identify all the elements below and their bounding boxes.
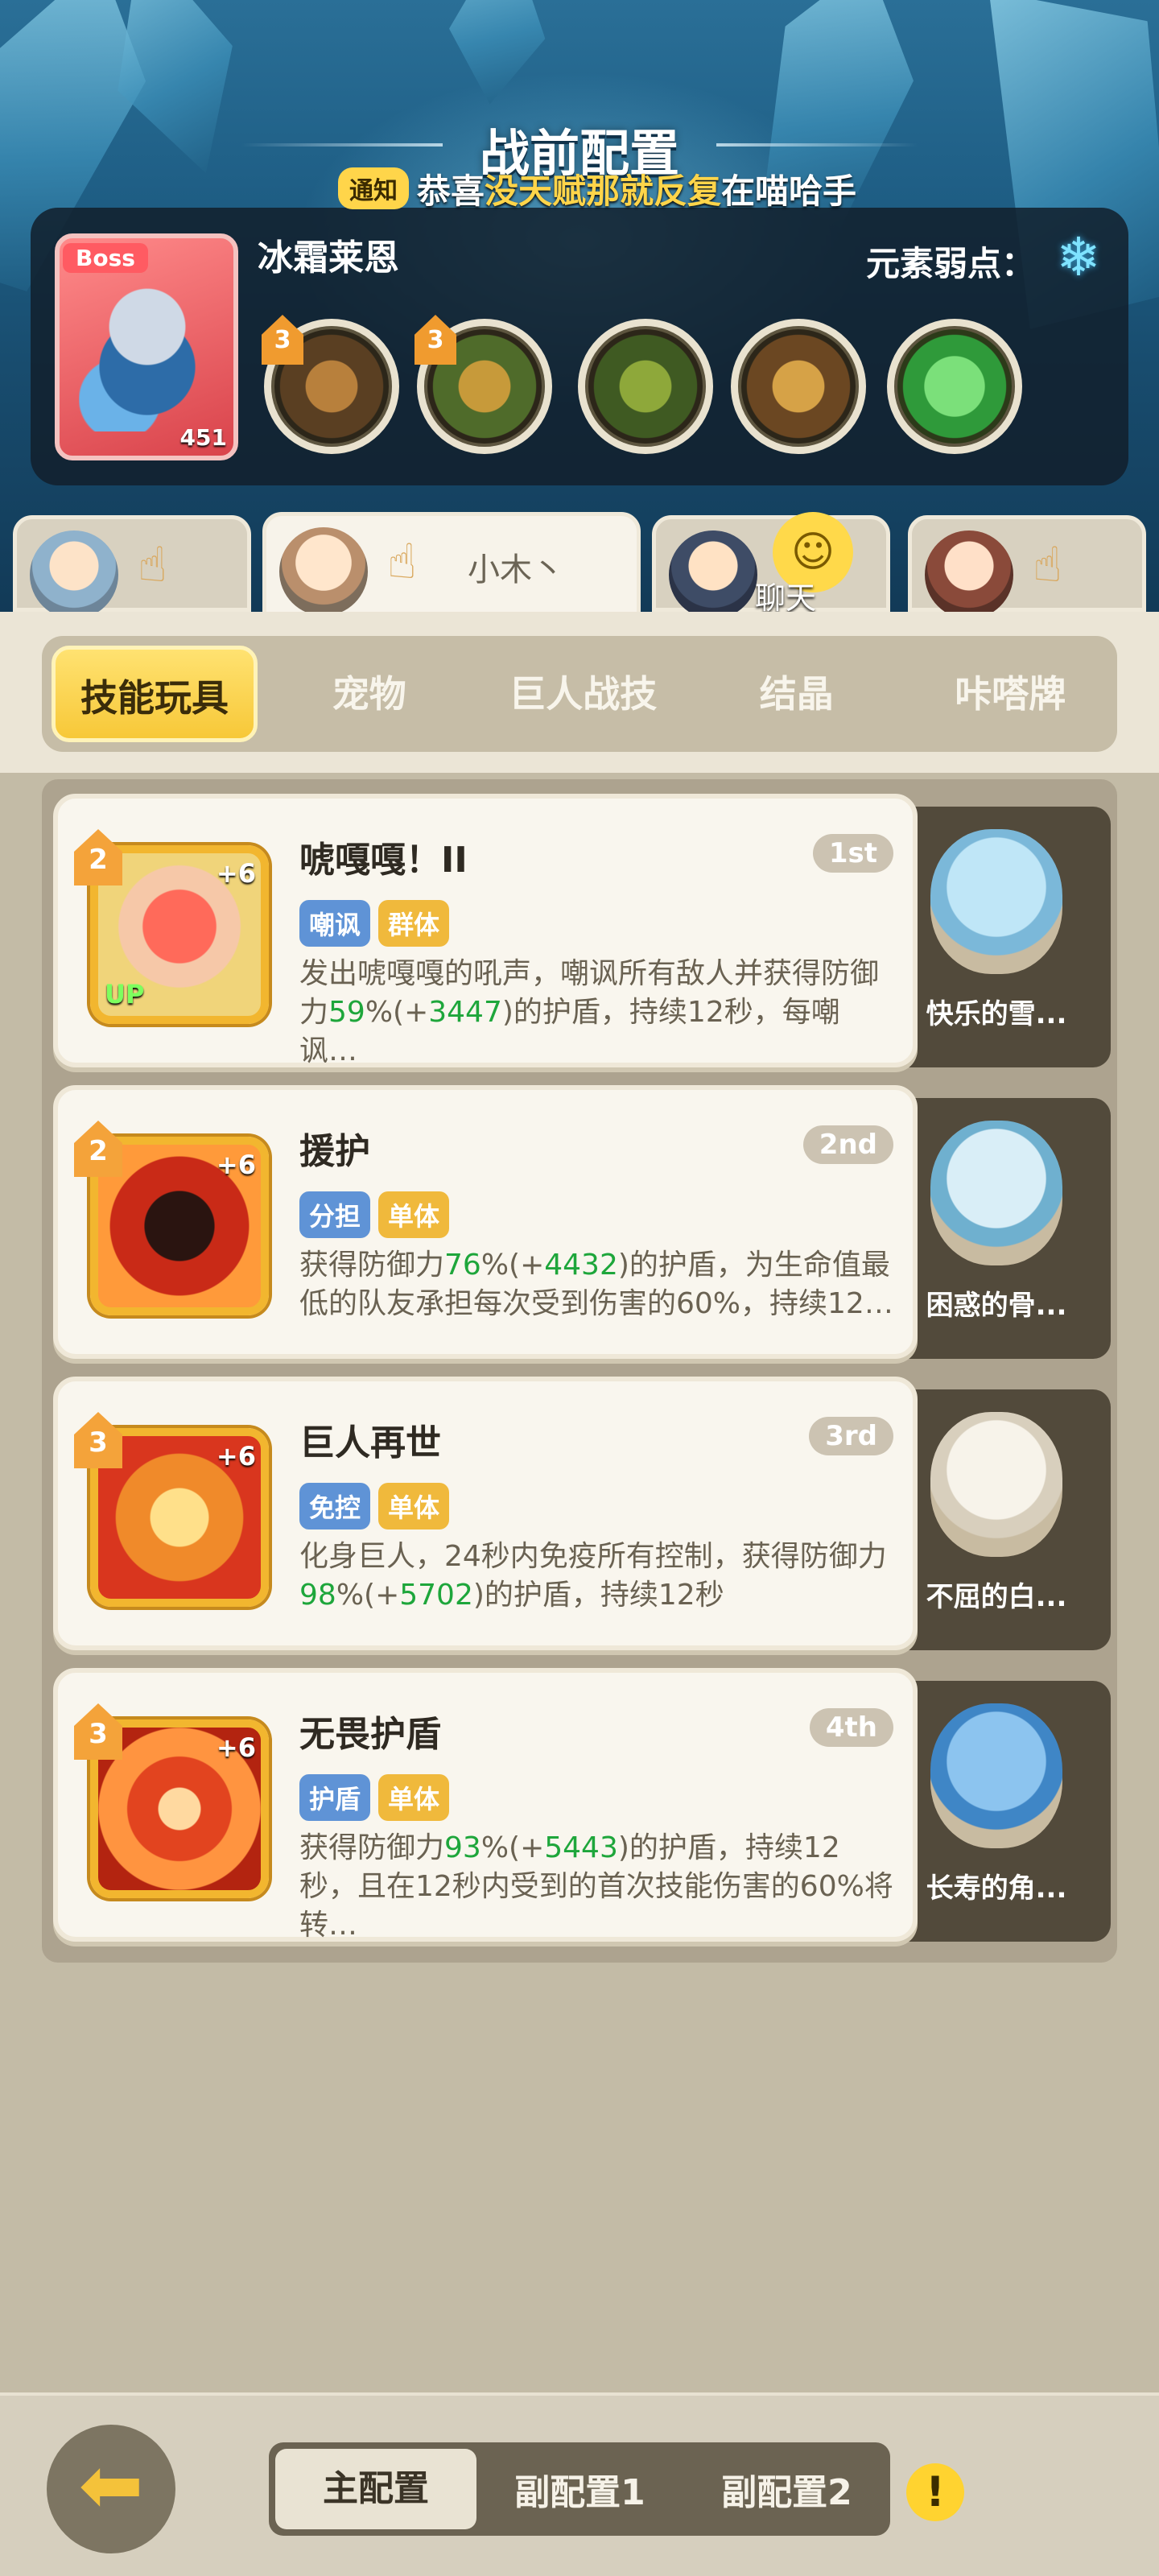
- skill-icon-roar[interactable]: 2 +6 UP: [74, 829, 269, 1024]
- boss-skill-2[interactable]: 3: [415, 315, 552, 454]
- config-sub-2[interactable]: 副配置2: [683, 2463, 890, 2515]
- config-switcher: 主配置 副配置1 副配置2: [269, 2442, 890, 2536]
- pet-snow-art: [930, 829, 1062, 974]
- category-tabs: 技能玩具 宠物 巨人战技 结晶 咔嗒牌: [42, 636, 1117, 752]
- member-avatar: [30, 530, 118, 619]
- tab-giant-skills[interactable]: 巨人战技: [476, 646, 691, 742]
- tab-skill-toys[interactable]: 技能玩具: [52, 646, 258, 742]
- member-tab-2[interactable]: ☝ 小木丶: [262, 512, 641, 617]
- pet-white-art: [930, 1412, 1062, 1557]
- skill-icon-guard[interactable]: 2 +6: [74, 1121, 269, 1315]
- skill-card[interactable]: 2 +6 UP 唬嘎嘎！II 1st 嘲讽 群体 发出唬嘎嘎的吼声，嘲讽所有敌人…: [53, 794, 918, 1067]
- ice-crystal: [442, 0, 556, 109]
- tag: 免控: [299, 1483, 371, 1530]
- member-tab-1[interactable]: ☝: [13, 515, 251, 619]
- skill-plus: +6: [216, 1441, 256, 1472]
- skill-description: 获得防御力93%(+5443)的护盾，持续12秒，且在12秒内受到的首次技能伤害…: [299, 1831, 893, 1942]
- skill-rank: 1st: [812, 834, 893, 873]
- skill-level-badge: 2: [74, 829, 122, 886]
- category-bar: 技能玩具 宠物 巨人战技 结晶 咔嗒牌: [0, 612, 1159, 773]
- skill-tags: 分担 单体: [299, 1191, 450, 1238]
- boss-skill-level: 3: [415, 315, 456, 365]
- chat-label[interactable]: 聊天: [755, 573, 816, 617]
- skill-icon-giant[interactable]: 3 +6: [74, 1412, 269, 1607]
- tag: 群体: [378, 900, 450, 947]
- skill-list: 快乐的雪... 2 +6 UP 唬嘎嘎！II 1st 嘲讽 群体 发出唬嘎嘎的吼…: [42, 779, 1117, 1963]
- skill-tags: 嘲讽 群体: [299, 900, 450, 947]
- member-tab-4[interactable]: ☝: [908, 515, 1146, 619]
- member-name: 小木丶: [468, 551, 564, 588]
- boss-skill-1[interactable]: 3: [262, 315, 399, 454]
- notice-text: 恭喜没天赋那就反复在喵哈手: [417, 171, 857, 211]
- boss-skill-5[interactable]: [887, 319, 1022, 454]
- notice-badge: 通知: [338, 167, 409, 209]
- tag: 嘲讽: [299, 900, 371, 947]
- skill-row[interactable]: 长寿的角... 3 +6 无畏护盾 4th 护盾 单体 获得防御力93%(+54…: [53, 1668, 1111, 1942]
- skill-level-badge: 3: [74, 1412, 122, 1468]
- boss-name: 冰霜莱恩: [258, 237, 399, 279]
- skill-title: 援护: [299, 1131, 370, 1172]
- weakness-label: 元素弱点：: [865, 244, 1035, 283]
- boss-art: [79, 270, 216, 431]
- boss-portrait[interactable]: Boss 451: [55, 233, 238, 460]
- skill-plus: +6: [216, 858, 256, 889]
- tab-crystals[interactable]: 结晶: [690, 646, 904, 742]
- skill-row[interactable]: 困惑的骨... 2 +6 援护 2nd 分担 单体 获得防御力76%(+4432…: [53, 1085, 1111, 1359]
- skill-icon-shield[interactable]: 3 +6: [74, 1703, 269, 1898]
- boss-tag: Boss: [63, 243, 148, 273]
- config-main[interactable]: 主配置: [275, 2449, 476, 2529]
- skill-rank: 2nd: [802, 1125, 893, 1164]
- boss-skill-3[interactable]: [578, 319, 713, 454]
- notice-banner: 通知 恭喜没天赋那就反复在喵哈手: [338, 165, 950, 212]
- tag: 单体: [378, 1774, 450, 1821]
- tag: 护盾: [299, 1774, 371, 1821]
- tab-pets[interactable]: 宠物: [262, 646, 476, 742]
- tag: 单体: [378, 1483, 450, 1530]
- tag: 单体: [378, 1191, 450, 1238]
- skill-title: 巨人再世: [299, 1422, 441, 1463]
- pointing-hand-icon: ☝: [138, 537, 167, 593]
- skill-row[interactable]: 快乐的雪... 2 +6 UP 唬嘎嘎！II 1st 嘲讽 群体 发出唬嘎嘎的吼…: [53, 794, 1111, 1067]
- member-avatar: [925, 530, 1013, 619]
- pointing-hand-icon: ☝: [1033, 537, 1062, 593]
- boss-level: 451: [179, 424, 227, 451]
- skill-description: 发出唬嘎嘎的吼声，嘲讽所有敌人并获得防御力59%(+3447)的护盾，持续12秒…: [299, 957, 880, 1067]
- skill-rank: 4th: [809, 1708, 893, 1747]
- member-avatar: [279, 527, 368, 616]
- skill-up-badge: UP: [105, 979, 145, 1009]
- skill-plus: +6: [216, 1732, 256, 1763]
- snowflake-icon: ❄: [1056, 226, 1101, 288]
- skill-level-badge: 2: [74, 1121, 122, 1177]
- skill-tags: 护盾 单体: [299, 1774, 450, 1821]
- skill-title: 唬嘎嘎！II: [299, 840, 468, 881]
- config-sub-1[interactable]: 副配置1: [476, 2463, 683, 2515]
- back-arrow-icon[interactable]: ⬅: [47, 2425, 175, 2553]
- skill-level-badge: 3: [74, 1703, 122, 1760]
- skill-card[interactable]: 3 +6 无畏护盾 4th 护盾 单体 获得防御力93%(+5443)的护盾，持…: [53, 1668, 918, 1942]
- pet-whale-art: [930, 1703, 1062, 1848]
- skill-title: 无畏护盾: [299, 1714, 441, 1755]
- skill-card[interactable]: 2 +6 援护 2nd 分担 单体 获得防御力76%(+4432)的护盾，为生命…: [53, 1085, 918, 1359]
- tab-cards[interactable]: 咔嗒牌: [904, 646, 1118, 742]
- footer-bar: ⬅ 主配置 副配置1 副配置2 !: [0, 2392, 1159, 2576]
- skill-rank: 3rd: [809, 1417, 893, 1455]
- tag: 分担: [299, 1191, 371, 1238]
- skill-plus: +6: [216, 1150, 256, 1180]
- skill-card[interactable]: 3 +6 巨人再世 3rd 免控 单体 化身巨人，24秒内免疫所有控制，获得防御…: [53, 1377, 918, 1650]
- pointing-hand-icon: ☝: [387, 534, 417, 590]
- skill-description: 化身巨人，24秒内免疫所有控制，获得防御力98%(+5702)的护盾，持续12秒: [299, 1540, 887, 1612]
- boss-panel: Boss 451 冰霜莱恩 元素弱点： ❄ 3 3: [31, 208, 1128, 485]
- skill-tags: 免控 单体: [299, 1483, 450, 1530]
- member-avatar: [669, 530, 757, 619]
- pet-bone-art: [930, 1121, 1062, 1265]
- warning-icon[interactable]: !: [906, 2463, 964, 2521]
- skill-description: 获得防御力76%(+4432)的护盾，为生命值最低的队友承担每次受到伤害的60%…: [299, 1249, 893, 1320]
- boss-skill-level: 3: [262, 315, 303, 365]
- skill-row[interactable]: 不屈的白... 3 +6 巨人再世 3rd 免控 单体 化身巨人，24秒内免疫所…: [53, 1377, 1111, 1650]
- boss-skill-4[interactable]: [731, 319, 866, 454]
